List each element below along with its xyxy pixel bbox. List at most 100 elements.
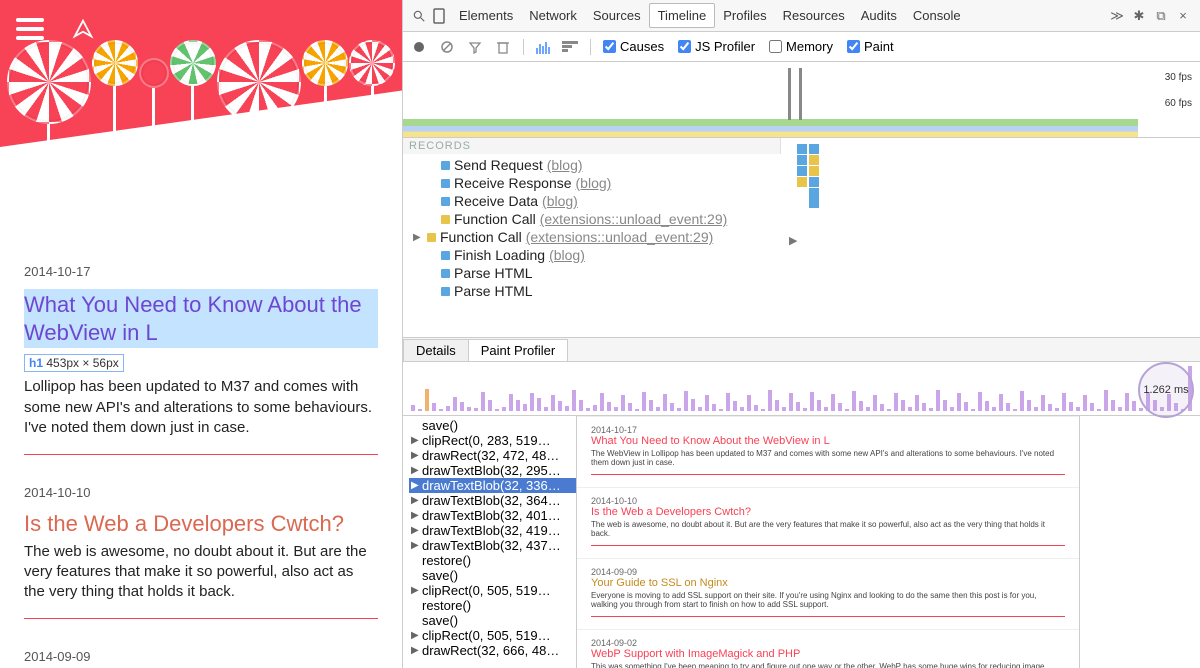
record-row[interactable]: ▶ Function Call (extensions::unload_even… xyxy=(409,228,781,246)
hist-bar[interactable] xyxy=(957,393,961,411)
hist-bar[interactable] xyxy=(628,403,632,411)
hist-bar[interactable] xyxy=(684,391,688,411)
hist-bar[interactable] xyxy=(1041,395,1045,411)
hist-bar[interactable] xyxy=(1104,390,1108,411)
hist-bar[interactable] xyxy=(558,401,562,411)
hist-bar[interactable] xyxy=(1055,408,1059,411)
hist-bar[interactable] xyxy=(1006,403,1010,411)
paint-call-row[interactable]: ▶drawTextBlob(32, 419… xyxy=(409,523,576,538)
hist-bar[interactable] xyxy=(803,408,807,411)
hist-bar[interactable] xyxy=(873,395,877,411)
hist-bar[interactable] xyxy=(614,407,618,411)
hist-bar[interactable] xyxy=(1111,400,1115,411)
close-icon[interactable]: × xyxy=(1174,8,1192,23)
hist-bar[interactable] xyxy=(1062,393,1066,411)
tab-paint-profiler[interactable]: Paint Profiler xyxy=(468,339,568,361)
hist-bar[interactable] xyxy=(1118,407,1122,411)
hist-bar[interactable] xyxy=(1076,407,1080,411)
hist-bar[interactable] xyxy=(663,394,667,411)
hist-bar[interactable] xyxy=(656,407,660,411)
view-flame-icon[interactable] xyxy=(562,39,578,55)
hist-bar[interactable] xyxy=(768,390,772,411)
hist-bar[interactable] xyxy=(992,407,996,411)
hist-bar[interactable] xyxy=(593,405,597,411)
hist-bar[interactable] xyxy=(418,409,422,411)
overview-handle[interactable] xyxy=(788,68,791,120)
record-icon[interactable] xyxy=(411,39,427,55)
paint-call-row[interactable]: save() xyxy=(409,418,576,433)
hist-bar[interactable] xyxy=(446,406,450,411)
hist-bar[interactable] xyxy=(866,407,870,411)
hist-bar[interactable] xyxy=(810,392,814,411)
hist-bar[interactable] xyxy=(789,393,793,411)
hist-bar[interactable] xyxy=(439,409,443,411)
record-row[interactable]: Receive Data (blog) xyxy=(409,192,781,210)
hist-bar[interactable] xyxy=(705,395,709,411)
hist-bar[interactable] xyxy=(481,392,485,411)
hist-bar[interactable] xyxy=(1132,401,1136,411)
hist-bar[interactable] xyxy=(432,403,436,411)
paint-call-row[interactable]: restore() xyxy=(409,598,576,613)
hist-bar[interactable] xyxy=(1034,407,1038,411)
filter-icon[interactable] xyxy=(467,39,483,55)
hist-bar[interactable] xyxy=(719,409,723,411)
hist-bar[interactable] xyxy=(677,408,681,411)
device-icon[interactable] xyxy=(431,8,447,24)
hist-bar[interactable] xyxy=(943,400,947,411)
paint-call-row[interactable]: ▶drawTextBlob(32, 336… xyxy=(409,478,576,493)
flamechart[interactable]: ▶ xyxy=(781,138,1200,337)
paint-call-row[interactable]: restore() xyxy=(409,553,576,568)
hist-bar[interactable] xyxy=(838,403,842,411)
paint-call-row[interactable]: ▶drawRect(32, 666, 48… xyxy=(409,643,576,658)
hist-bar[interactable] xyxy=(600,393,604,411)
hist-bar[interactable] xyxy=(775,400,779,411)
paint-call-list[interactable]: save()▶clipRect(0, 283, 519…▶drawRect(32… xyxy=(403,416,577,668)
paint-call-row[interactable]: ▶drawTextBlob(32, 364… xyxy=(409,493,576,508)
article-title[interactable]: What You Need to Know About the WebView … xyxy=(24,289,378,348)
paint-call-row[interactable]: ▶clipRect(0, 505, 519… xyxy=(409,628,576,643)
paint-call-row[interactable]: ▶drawTextBlob(32, 295… xyxy=(409,463,576,478)
hist-bar[interactable] xyxy=(887,409,891,411)
menu-icon[interactable] xyxy=(16,18,44,40)
hist-bar[interactable] xyxy=(572,390,576,411)
hist-bar[interactable] xyxy=(551,395,555,411)
tab-resources[interactable]: Resources xyxy=(775,4,853,27)
hist-bar[interactable] xyxy=(460,402,464,411)
hist-bar[interactable] xyxy=(1020,391,1024,411)
hist-bar[interactable] xyxy=(635,409,639,411)
hist-bar[interactable] xyxy=(502,407,506,411)
hist-bar[interactable] xyxy=(488,400,492,411)
hist-bar[interactable] xyxy=(691,399,695,411)
hist-bar[interactable] xyxy=(1090,403,1094,411)
dock-icon[interactable]: ⧉ xyxy=(1152,8,1170,24)
hist-bar[interactable] xyxy=(425,389,429,411)
hist-bar[interactable] xyxy=(1013,409,1017,411)
tab-sources[interactable]: Sources xyxy=(585,4,649,27)
hist-bar[interactable] xyxy=(1069,402,1073,411)
hist-bar[interactable] xyxy=(908,407,912,411)
hist-bar[interactable] xyxy=(726,393,730,411)
drawer-icon[interactable]: ≫ xyxy=(1108,8,1126,24)
hist-bar[interactable] xyxy=(565,406,569,411)
hist-bar[interactable] xyxy=(796,402,800,411)
hist-bar[interactable] xyxy=(894,393,898,411)
hist-bar[interactable] xyxy=(936,390,940,411)
checkbox-memory[interactable]: Memory xyxy=(769,39,833,54)
hist-bar[interactable] xyxy=(523,404,527,411)
hist-bar[interactable] xyxy=(999,394,1003,411)
hist-bar[interactable] xyxy=(621,395,625,411)
hist-bar[interactable] xyxy=(1125,393,1129,411)
tab-profiles[interactable]: Profiles xyxy=(715,4,774,27)
tab-network[interactable]: Network xyxy=(521,4,585,27)
tab-console[interactable]: Console xyxy=(905,4,969,27)
paint-call-row[interactable]: save() xyxy=(409,568,576,583)
paint-call-row[interactable]: ▶clipRect(0, 505, 519… xyxy=(409,583,576,598)
paint-call-row[interactable]: ▶drawTextBlob(32, 437… xyxy=(409,538,576,553)
paint-call-row[interactable]: save() xyxy=(409,613,576,628)
hist-bar[interactable] xyxy=(754,405,758,411)
hist-bar[interactable] xyxy=(516,400,520,411)
settings-icon[interactable]: ✱ xyxy=(1130,8,1148,24)
article-title[interactable]: Is the Web a Developers Cwtch? xyxy=(24,510,378,538)
hist-bar[interactable] xyxy=(586,408,590,411)
hist-bar[interactable] xyxy=(474,408,478,411)
